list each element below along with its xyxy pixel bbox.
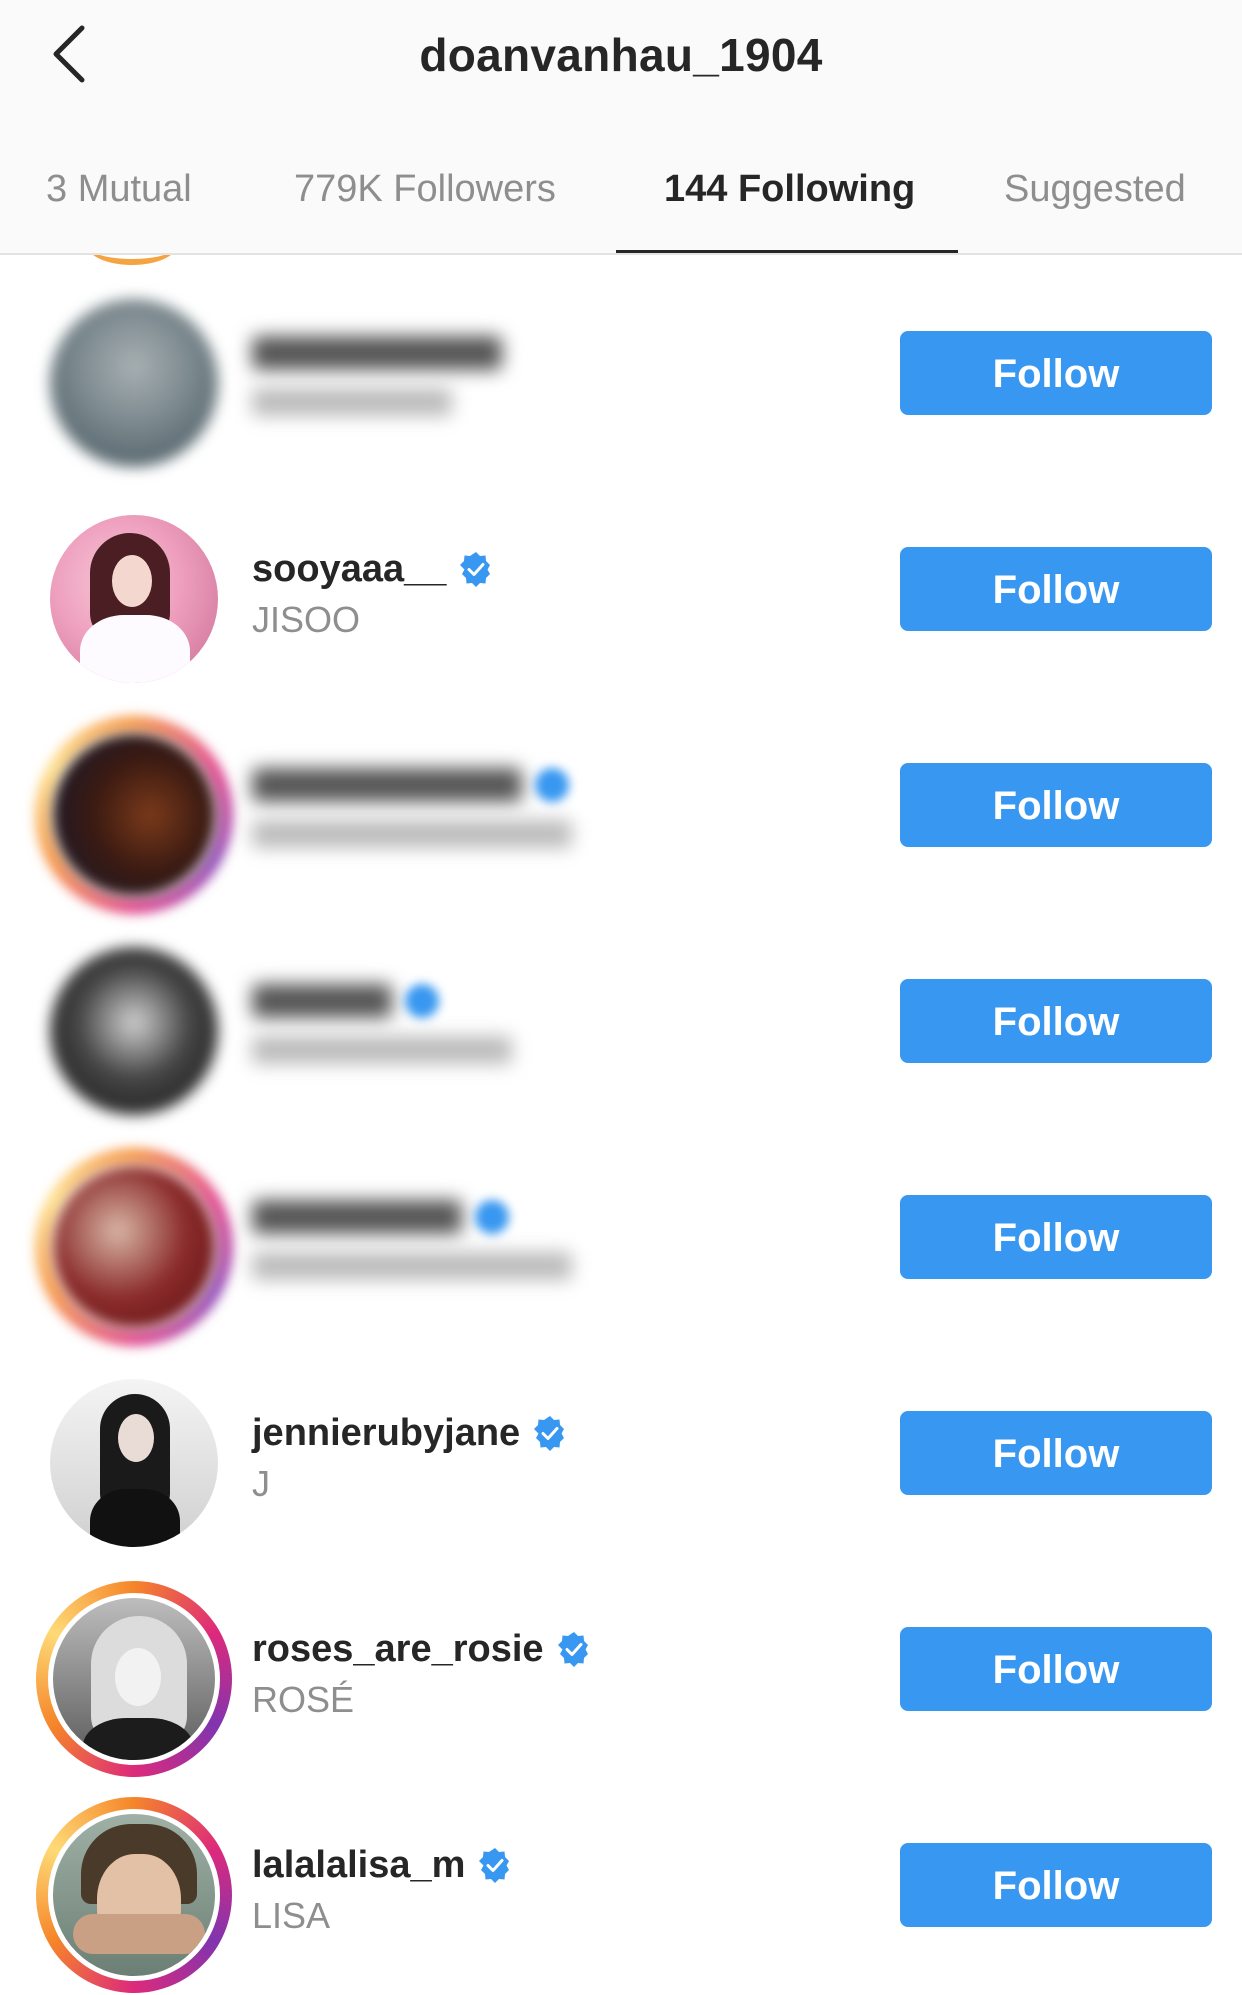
- full-name: JISOO: [252, 599, 361, 640]
- fullname-hidden: [252, 820, 572, 848]
- avatar[interactable]: [36, 1797, 232, 1993]
- verified-badge-icon: [534, 767, 570, 803]
- list-item[interactable]: roses_are_rosie ROSÉ Follow: [0, 1581, 1242, 1797]
- verified-badge-icon: [458, 551, 494, 587]
- follow-button[interactable]: Follow: [900, 1627, 1212, 1711]
- list-item[interactable]: jennierubyjane J Follow: [0, 1365, 1242, 1581]
- verified-badge-icon: [474, 1199, 510, 1235]
- follow-button[interactable]: Follow: [900, 979, 1212, 1063]
- verified-badge-icon: [532, 1415, 568, 1451]
- avatar[interactable]: [36, 285, 232, 481]
- follow-button[interactable]: Follow: [900, 331, 1212, 415]
- username[interactable]: jennierubyjane: [252, 1412, 520, 1455]
- active-tab-indicator: [616, 250, 958, 253]
- list-item[interactable]: Follow: [0, 933, 1242, 1149]
- profile-username-title: doanvanhau_1904: [419, 29, 823, 81]
- verified-badge-icon: [477, 1847, 513, 1883]
- avatar[interactable]: [36, 501, 232, 697]
- following-list[interactable]: Follow sooyaaa__ JISOO Follow Follow Fol…: [0, 255, 1242, 1995]
- tab-followers[interactable]: 779K Followers: [294, 168, 556, 211]
- username-hidden[interactable]: [252, 768, 522, 802]
- verified-badge-icon: [404, 983, 440, 1019]
- list-item[interactable]: sooyaaa__ JISOO Follow: [0, 501, 1242, 717]
- avatar[interactable]: [36, 1365, 232, 1561]
- verified-badge-icon: [556, 1631, 592, 1667]
- avatar[interactable]: [36, 717, 232, 913]
- list-item[interactable]: Follow: [0, 1149, 1242, 1365]
- tab-following[interactable]: 144 Following: [664, 168, 915, 211]
- tab-mutual[interactable]: 3 Mutual: [46, 168, 192, 211]
- list-item[interactable]: Follow: [0, 717, 1242, 933]
- fullname-hidden: [252, 1252, 572, 1280]
- fullname-hidden: [252, 1036, 512, 1064]
- avatar[interactable]: [36, 1581, 232, 1777]
- username-hidden[interactable]: [252, 984, 392, 1018]
- full-name: J: [252, 1463, 270, 1504]
- follow-button[interactable]: Follow: [900, 1843, 1212, 1927]
- follow-button[interactable]: Follow: [900, 1411, 1212, 1495]
- avatar[interactable]: [36, 1149, 232, 1345]
- full-name: LISA: [252, 1895, 331, 1936]
- fullname-hidden: [252, 388, 452, 416]
- follow-button[interactable]: Follow: [900, 1195, 1212, 1279]
- username[interactable]: sooyaaa__: [252, 548, 446, 591]
- tab-bar: 3 Mutual 779K Followers 144 Following Su…: [0, 150, 1242, 254]
- top-bar: doanvanhau_1904 3 Mutual 779K Followers …: [0, 0, 1242, 255]
- username[interactable]: lalalalisa_m: [252, 1844, 465, 1887]
- username-hidden[interactable]: [252, 336, 502, 370]
- follow-button[interactable]: Follow: [900, 547, 1212, 631]
- username-hidden[interactable]: [252, 1200, 462, 1234]
- avatar[interactable]: [36, 933, 232, 1129]
- username[interactable]: roses_are_rosie: [252, 1628, 544, 1671]
- list-item[interactable]: lalalalisa_m LISA Follow: [0, 1797, 1242, 1995]
- partial-story-ring: [88, 255, 176, 265]
- list-item[interactable]: Follow: [0, 285, 1242, 501]
- tab-suggested[interactable]: Suggested: [1004, 168, 1186, 211]
- follow-button[interactable]: Follow: [900, 763, 1212, 847]
- full-name: ROSÉ: [252, 1679, 355, 1720]
